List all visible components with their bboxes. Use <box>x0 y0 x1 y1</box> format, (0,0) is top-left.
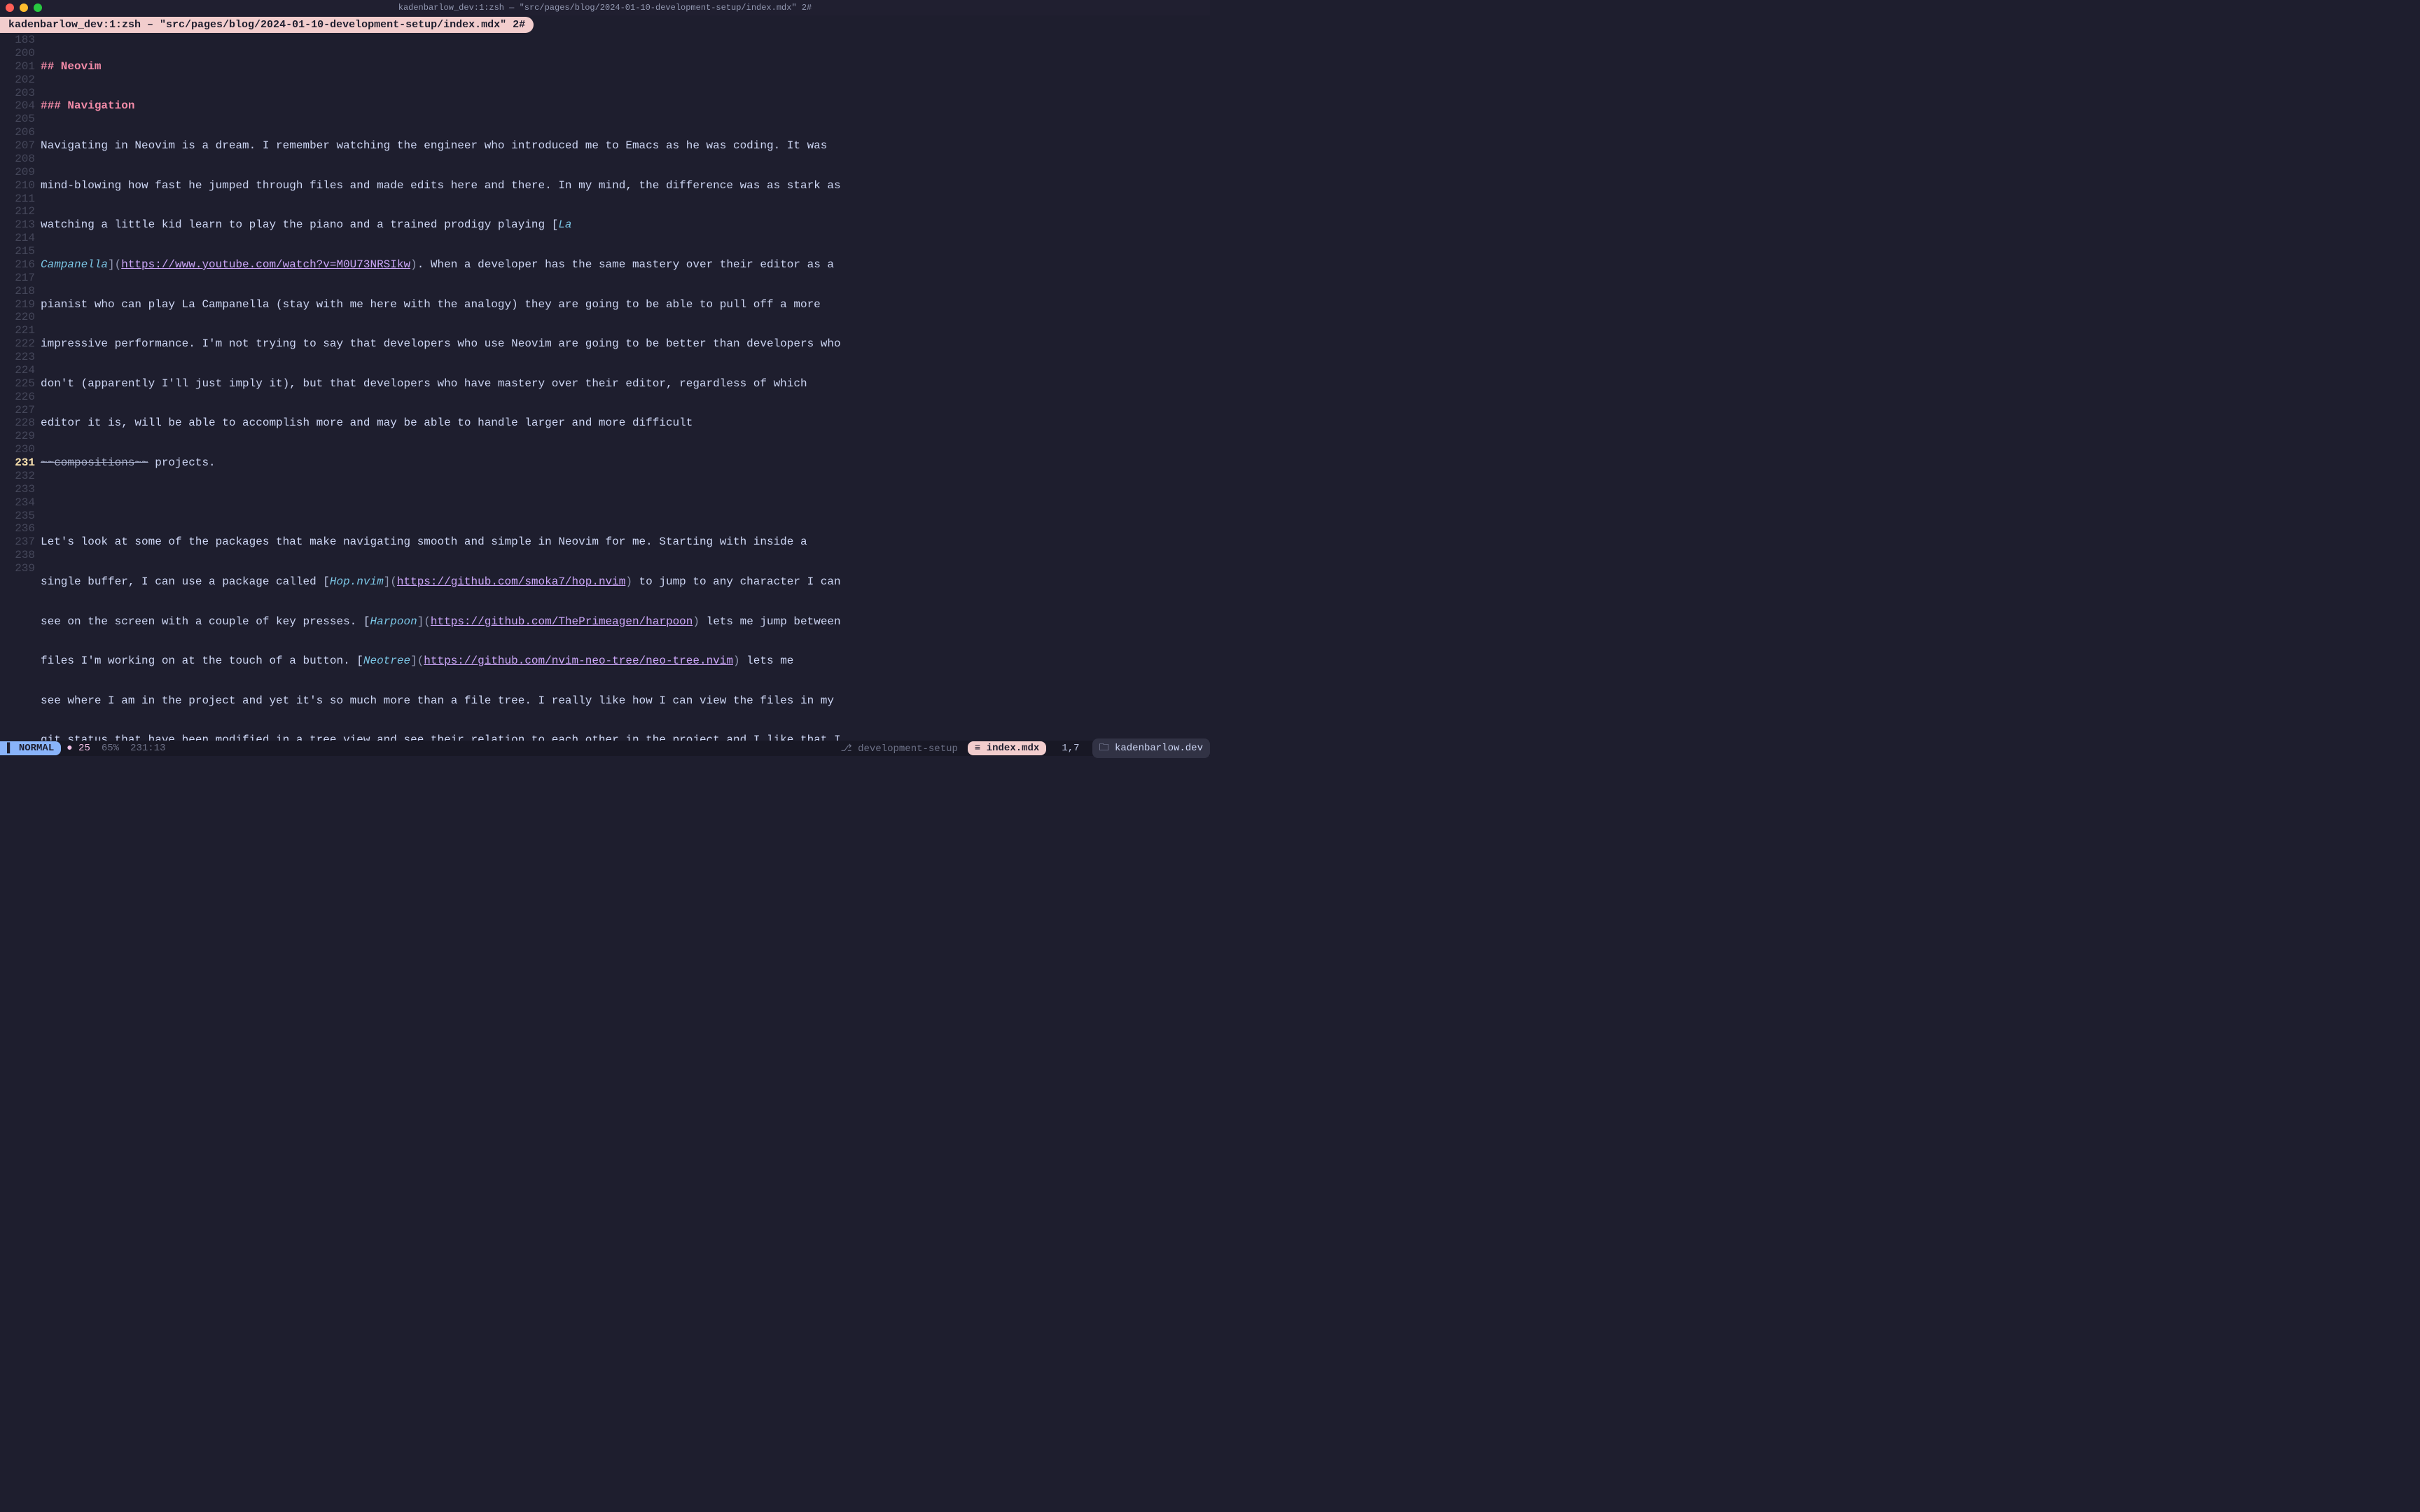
file-icon: ≡ <box>975 743 980 754</box>
text: pianist who can play La Campanella (stay… <box>41 298 821 311</box>
text: projects. <box>148 456 216 469</box>
link-text: Harpoon <box>370 615 417 628</box>
text: don't (apparently I'll just imply it), b… <box>41 377 807 390</box>
scroll-percent: 65% <box>96 743 125 754</box>
text: lets me <box>740 654 794 667</box>
minimize-window-button[interactable] <box>20 4 28 12</box>
text: watching a little kid learn to play the … <box>41 218 558 231</box>
link-text: Campanella <box>41 258 108 271</box>
strike-text: compositions <box>54 456 134 469</box>
tmux-tab-active[interactable]: kadenbarlow_dev:1:zsh – "src/pages/blog/… <box>0 17 534 33</box>
text: . When a developer has the same mastery … <box>417 258 834 271</box>
project-badge[interactable]: 🗀 kadenbarlow.dev <box>1092 738 1210 758</box>
git-branch: ⎇ development-setup <box>834 743 965 755</box>
link-text: Neotree <box>363 654 410 667</box>
status-line: ▌ NORMAL ● 25 65% 231:13 ⎇ development-s… <box>0 741 1210 756</box>
link-text: La <box>558 218 571 231</box>
text: git status that have been modified in a … <box>41 734 841 741</box>
cursor-position: 231:13 <box>125 743 171 754</box>
text: impressive performance. I'm not trying t… <box>41 337 841 350</box>
text: single buffer, I can use a package calle… <box>41 575 330 588</box>
link-url: https://github.com/smoka7/hop.nvim <box>397 575 625 588</box>
tmux-tab-bar: kadenbarlow_dev:1:zsh – "src/pages/blog/… <box>0 15 1210 34</box>
text: to jump to any character I can <box>632 575 841 588</box>
heading: ## Neovim <box>41 60 101 73</box>
text: see on the screen with a couple of key p… <box>41 615 370 628</box>
traffic-lights <box>6 4 42 12</box>
link-url: https://www.youtube.com/watch?v=M0U73NRS… <box>121 258 410 271</box>
branch-icon: ⎇ <box>841 743 852 755</box>
editor-content[interactable]: ## Neovim ### Navigation Navigating in N… <box>41 34 1210 741</box>
text: Navigating in Neovim is a dream. I remem… <box>41 139 827 152</box>
modified-indicator: ● 25 <box>61 743 96 754</box>
text: files I'm working on at the touch of a b… <box>41 654 363 667</box>
folder-icon: 🗀 <box>1099 743 1109 754</box>
window-titlebar: kadenbarlow_dev:1:zsh — "src/pages/blog/… <box>0 0 1210 15</box>
text: see where I am in the project and yet it… <box>41 694 834 707</box>
current-file-badge[interactable]: ≡ index.mdx <box>968 741 1046 755</box>
close-window-button[interactable] <box>6 4 14 12</box>
link-url: https://github.com/nvim-neo-tree/neo-tre… <box>424 654 733 667</box>
link-text: Hop.nvim <box>330 575 384 588</box>
window-title: kadenbarlow_dev:1:zsh — "src/pages/blog/… <box>398 3 812 13</box>
line-number-gutter: 183 200 201 202 203 204 205 206 207 208 … <box>0 34 41 741</box>
text: mind-blowing how fast he jumped through … <box>41 179 841 192</box>
heading: ### Navigation <box>41 99 134 112</box>
link-url: https://github.com/ThePrimeagen/harpoon <box>431 615 693 628</box>
text: Let's look at some of the packages that … <box>41 536 807 548</box>
tab-position: 1,7 <box>1052 743 1089 754</box>
text: editor it is, will be able to accomplish… <box>41 416 693 429</box>
maximize-window-button[interactable] <box>34 4 42 12</box>
editor-area[interactable]: 183 200 201 202 203 204 205 206 207 208 … <box>0 34 1210 741</box>
text: lets me jump between <box>700 615 841 628</box>
vim-mode-indicator: ▌ NORMAL <box>0 741 61 755</box>
